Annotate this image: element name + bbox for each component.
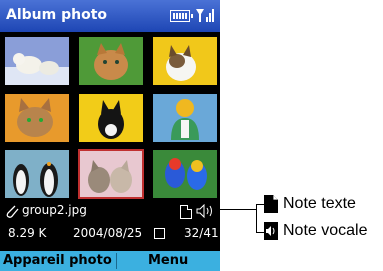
paperclip-icon	[6, 205, 19, 218]
legend-text-note: Note texte	[283, 195, 356, 212]
callout-line-voice	[256, 232, 264, 233]
text-note-legend-icon	[264, 195, 278, 213]
file-info-panel: group2.jpg 8.29 K 2004/08/25 32/41	[0, 200, 220, 250]
photo-position: 32/41	[184, 226, 219, 240]
softkey-camera[interactable]: Appareil photo	[3, 253, 112, 268]
photo-thumbnail-black-cat-yellow[interactable]	[79, 94, 143, 142]
file-size: 8.29 K	[8, 226, 47, 240]
battery-icon	[170, 10, 193, 22]
photo-grid	[5, 37, 217, 199]
callout-line-horizontal	[212, 209, 256, 210]
photo-thumbnail-parrots[interactable]	[153, 150, 217, 198]
photo-thumbnail-kitten-yellow[interactable]	[153, 37, 217, 85]
frame-icon	[154, 228, 165, 239]
softkey-menu[interactable]: Menu	[148, 253, 188, 268]
photo-thumbnail-polar-bears[interactable]	[5, 37, 69, 85]
text-note-icon[interactable]	[180, 205, 192, 219]
app-title: Album photo	[6, 7, 108, 23]
phone-screen: Album photo group2.jpg 8.29 K 2004/08/25…	[0, 0, 220, 271]
softkey-bar: Appareil photo Menu	[0, 251, 220, 271]
title-bar: Album photo	[0, 0, 220, 32]
photo-thumbnail-cat-green[interactable]	[79, 37, 143, 85]
softkey-divider	[116, 253, 117, 269]
photo-thumbnail-contact-avatar[interactable]	[153, 94, 217, 142]
file-name: group2.jpg	[22, 203, 87, 217]
callout-line-vertical	[256, 204, 257, 233]
legend-voice-note: Note vocale	[283, 222, 368, 239]
photo-thumbnail-penguins[interactable]	[5, 150, 69, 198]
file-date: 2004/08/25	[73, 226, 143, 240]
photo-thumbnail-kittens-pink[interactable]	[78, 149, 144, 199]
signal-icon	[196, 9, 214, 22]
voice-note-legend-icon	[264, 222, 278, 240]
voice-note-icon[interactable]	[196, 204, 214, 218]
photo-thumbnail-cat-orange[interactable]	[5, 94, 69, 142]
callout-line-text	[256, 204, 264, 205]
